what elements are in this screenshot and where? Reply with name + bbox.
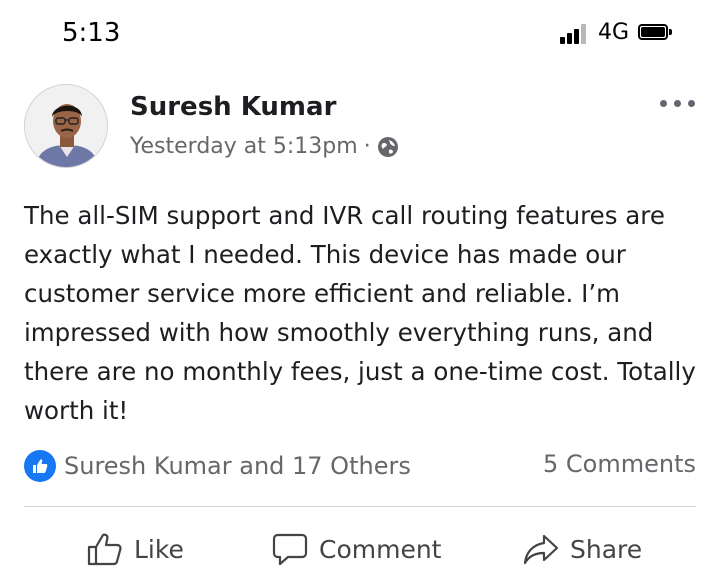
- like-label: Like: [134, 534, 184, 564]
- divider: [24, 506, 696, 507]
- network-type: 4G: [598, 20, 630, 45]
- globe-icon: [377, 136, 399, 158]
- avatar[interactable]: [24, 84, 108, 168]
- more-options-icon[interactable]: [656, 95, 698, 111]
- thumbs-up-icon: [87, 533, 122, 566]
- like-reaction-icon: [24, 450, 56, 482]
- post-timestamp[interactable]: Yesterday at 5:13pm: [130, 134, 358, 159]
- comment-bubble-icon: [272, 533, 308, 566]
- signal-strength-icon: [560, 22, 592, 44]
- reactions-summary[interactable]: Suresh Kumar and 17 Others: [24, 450, 411, 482]
- share-label: Share: [570, 534, 643, 564]
- share-button[interactable]: Share: [522, 527, 642, 571]
- status-bar: 5:13 4G: [0, 0, 720, 70]
- author-name[interactable]: Suresh Kumar: [130, 92, 336, 122]
- comment-button[interactable]: Comment: [271, 527, 442, 571]
- meta-separator: ·: [363, 134, 371, 159]
- reactions-text: Suresh Kumar and 17 Others: [64, 452, 411, 480]
- share-arrow-icon: [523, 534, 559, 565]
- post-meta: Yesterday at 5:13pm ·: [130, 134, 399, 159]
- status-time: 5:13: [62, 18, 121, 48]
- comments-count[interactable]: 5 Comments: [543, 450, 696, 478]
- battery-icon: [638, 24, 672, 42]
- like-button[interactable]: Like: [86, 527, 184, 571]
- post-text: The all-SIM support and IVR call routing…: [24, 201, 696, 425]
- comment-label: Comment: [319, 534, 442, 564]
